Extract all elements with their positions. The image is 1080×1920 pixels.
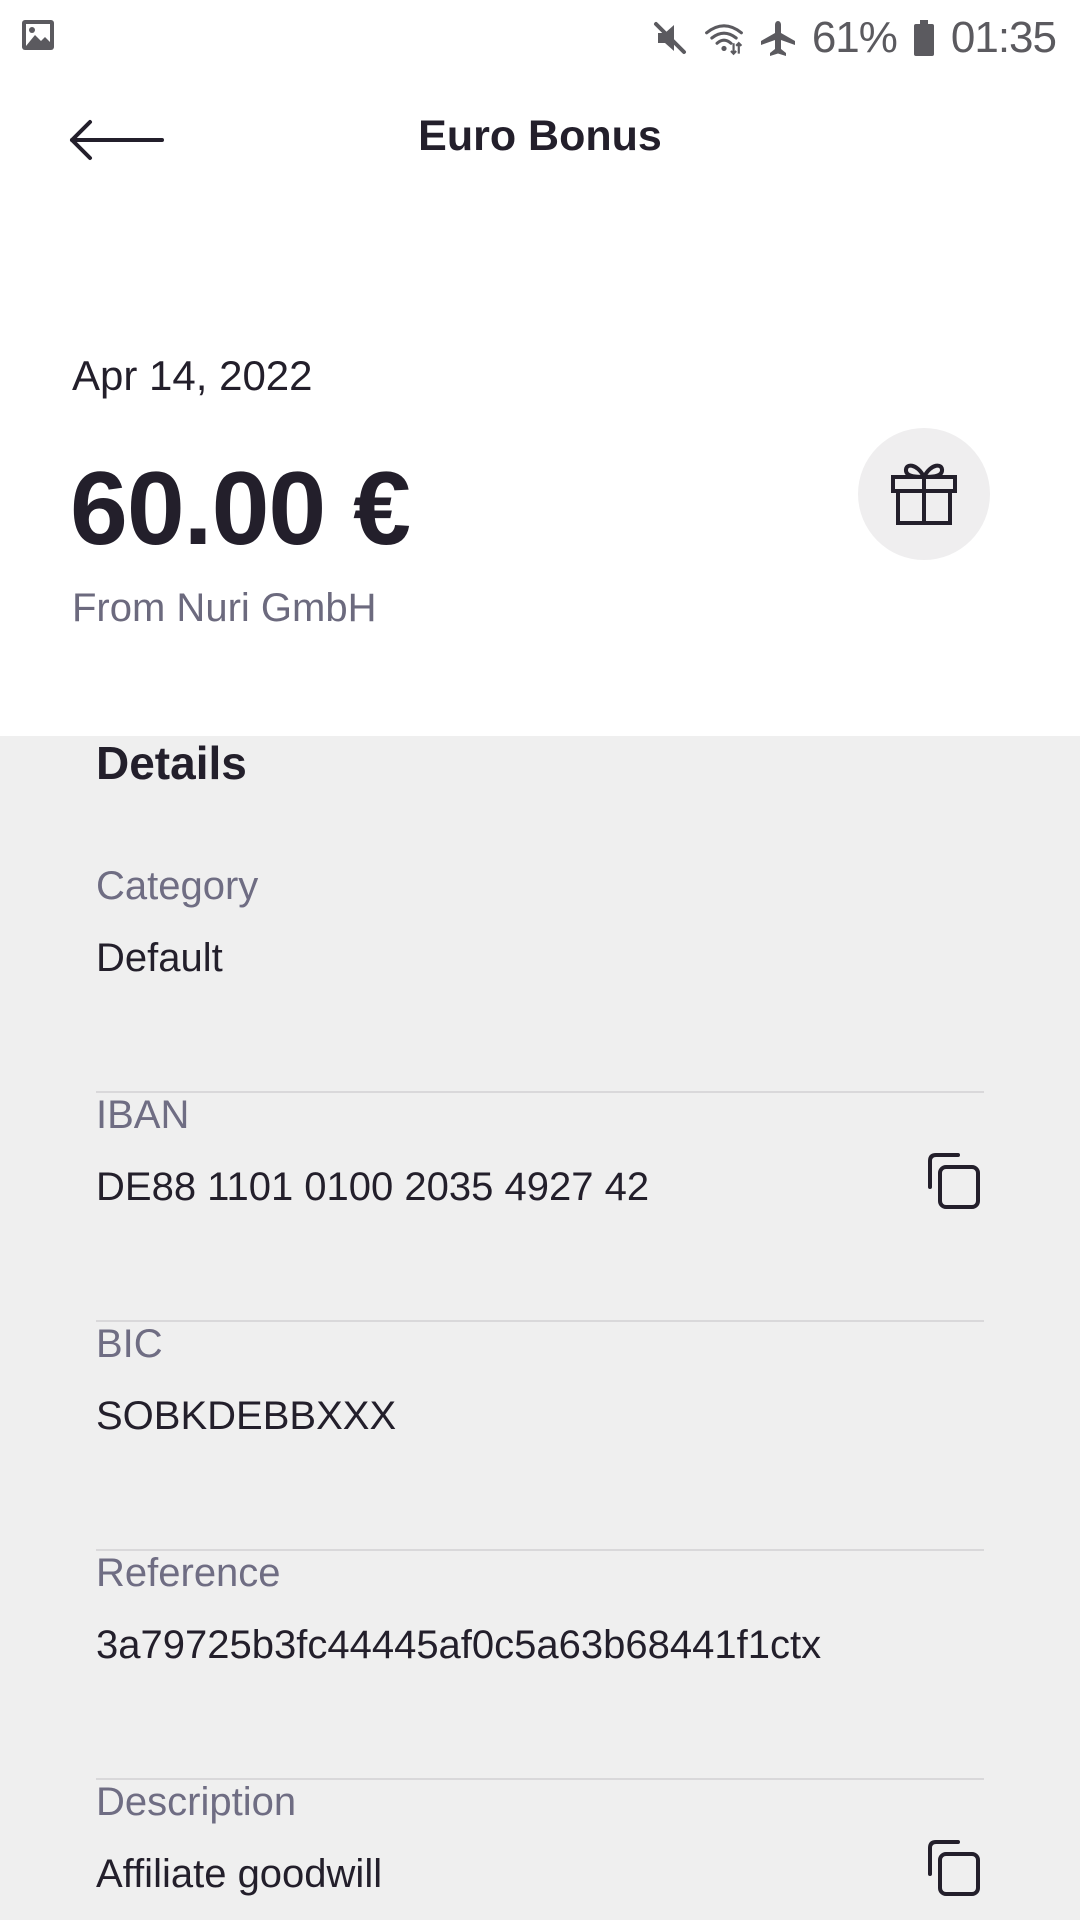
detail-value: 3a79725b3fc44445af0c5a63b68441f1ctx bbox=[96, 1623, 822, 1667]
copy-icon bbox=[924, 1838, 984, 1903]
transaction-sender: From Nuri GmbH bbox=[72, 586, 377, 630]
detail-label: Reference bbox=[96, 1551, 281, 1595]
detail-label: Category bbox=[96, 864, 259, 908]
copy-icon bbox=[924, 1151, 984, 1216]
screen: 61% 01:35 Euro Bonus Apr 14, 2022 60.00 bbox=[0, 0, 1080, 1920]
detail-row-iban: IBAN DE88 1101 0100 2035 4927 42 bbox=[96, 1093, 984, 1322]
transaction-summary: Apr 14, 2022 60.00 € From Nuri GmbH bbox=[0, 300, 1080, 736]
details-section: Details Category Default IBAN DE88 1101 … bbox=[0, 736, 1080, 1920]
airplane-icon bbox=[758, 18, 798, 58]
transaction-type-badge bbox=[858, 428, 990, 560]
battery-percent: 61% bbox=[811, 13, 898, 62]
status-bar: 61% 01:35 bbox=[0, 0, 1080, 76]
detail-label: Description bbox=[96, 1780, 297, 1824]
copy-iban-button[interactable] bbox=[924, 1151, 984, 1216]
detail-value: DE88 1101 0100 2035 4927 42 bbox=[96, 1165, 650, 1209]
app-header: Euro Bonus bbox=[0, 90, 1080, 190]
detail-row-bic: BIC SOBKDEBBXXX bbox=[96, 1322, 984, 1551]
details-heading: Details bbox=[96, 737, 247, 789]
gift-icon bbox=[887, 455, 961, 534]
detail-value: Affiliate goodwill bbox=[96, 1852, 383, 1896]
battery-icon bbox=[911, 18, 937, 58]
detail-value: SOBKDEBBXXX bbox=[96, 1394, 397, 1438]
detail-row-category: Category Default bbox=[96, 864, 984, 1093]
detail-row-reference: Reference 3a79725b3fc44445af0c5a63b68441… bbox=[96, 1551, 984, 1780]
detail-label: IBAN bbox=[96, 1093, 190, 1137]
status-icons: 61% 01:35 bbox=[650, 10, 1057, 66]
detail-value: Default bbox=[96, 936, 223, 980]
clock: 01:35 bbox=[950, 13, 1057, 62]
detail-row-description: Description Affiliate goodwill bbox=[96, 1780, 984, 1920]
wifi-icon bbox=[704, 18, 744, 58]
transaction-amount: 60.00 € bbox=[70, 451, 411, 567]
image-icon bbox=[20, 18, 56, 52]
detail-label: BIC bbox=[96, 1322, 163, 1366]
transaction-date: Apr 14, 2022 bbox=[72, 352, 313, 399]
copy-description-button[interactable] bbox=[924, 1838, 984, 1903]
mute-icon bbox=[650, 18, 690, 58]
page-title: Euro Bonus bbox=[418, 112, 662, 160]
